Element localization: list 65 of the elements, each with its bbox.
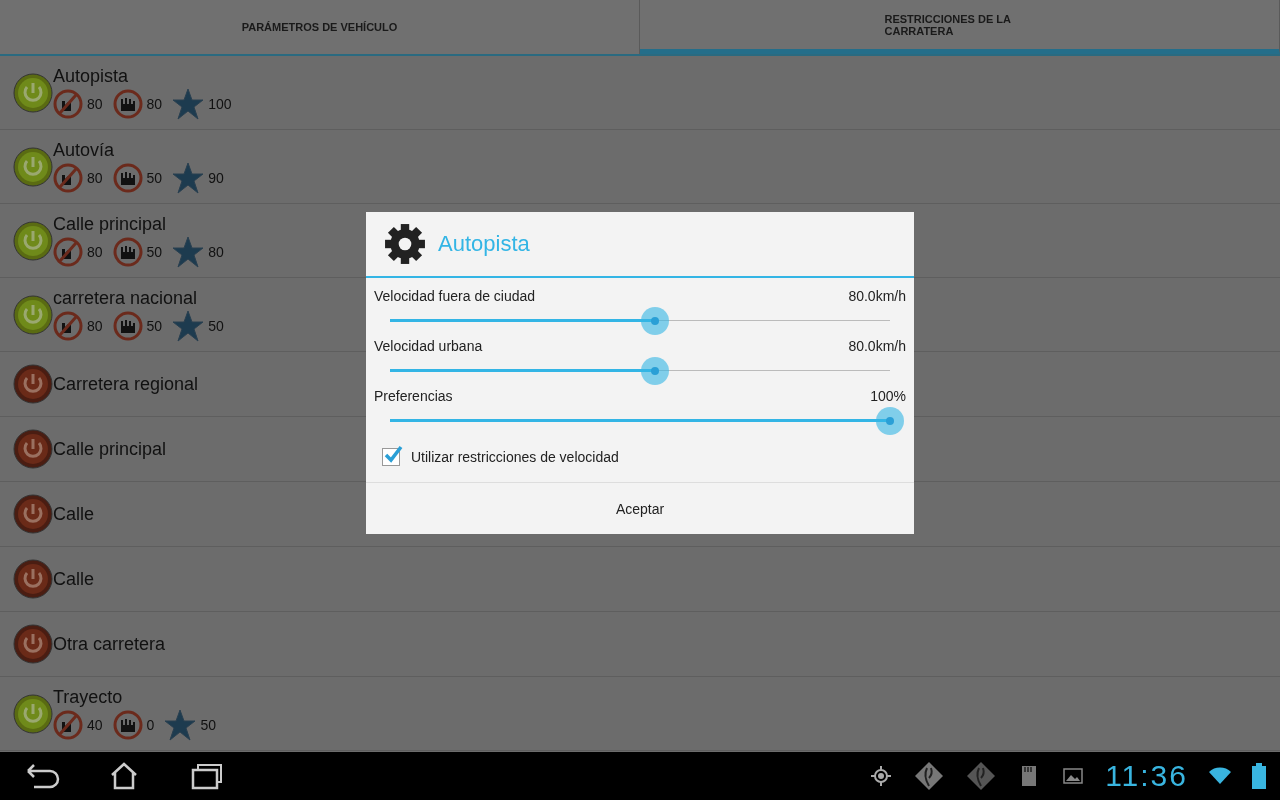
road-name: carretera nacional [53, 287, 199, 309]
road-sign-icon[interactable] [913, 760, 946, 792]
factory-icon [112, 310, 143, 341]
factory-icon [112, 236, 143, 267]
road-name: Autopista [53, 65, 130, 87]
factory-icon [112, 88, 143, 119]
star-icon [164, 708, 197, 741]
checkbox[interactable] [382, 448, 400, 466]
location-icon[interactable] [869, 764, 894, 788]
slider-reading: 100% [870, 388, 906, 404]
slider-label: Preferencias [374, 388, 453, 404]
factory-slash-icon [53, 310, 83, 341]
slider-label: Velocidad fuera de ciudad [374, 288, 536, 304]
factory-icon [112, 709, 143, 740]
settings-icon [384, 223, 426, 265]
outside-speed: 80 [87, 95, 103, 112]
road-row[interactable]: Autopista 80 80 100 [0, 56, 1280, 130]
outside-speed: 40 [87, 716, 103, 733]
factory-slash-icon [53, 162, 83, 193]
star-icon [172, 235, 205, 268]
preference-value: 80 [208, 243, 224, 260]
preference-value: 50 [200, 716, 216, 733]
road-name: Autovía [53, 139, 116, 161]
battery-icon[interactable] [1252, 763, 1266, 789]
road-name: Otra carretera [53, 633, 166, 655]
road-name: Calle principal [53, 438, 167, 460]
preference-value: 90 [208, 169, 224, 186]
road-name: Calle [53, 503, 95, 525]
factory-slash-icon [53, 236, 83, 267]
urban-speed: 50 [146, 317, 163, 334]
road-row[interactable]: Calle [0, 547, 1280, 612]
clock-time: 11:36 [1105, 759, 1188, 793]
urban-speed: 50 [146, 243, 163, 260]
outside-speed: 80 [87, 169, 103, 186]
slider-thumb[interactable] [641, 357, 669, 385]
slider-thumb[interactable] [641, 307, 669, 335]
outside-speed: 80 [87, 243, 103, 260]
tab[interactable]: RESTRICCIONES DE LA CARRATERA [640, 0, 1280, 54]
factory-slash-icon [53, 709, 83, 740]
outside-speed: 80 [87, 317, 103, 334]
slider-reading: 80.0km/h [848, 338, 906, 354]
road-name: Carretera regional [53, 373, 199, 395]
star-icon [172, 87, 205, 120]
preference-value: 50 [208, 317, 224, 334]
slider-reading: 80.0km/h [848, 288, 906, 304]
road-row[interactable]: Trayecto 40 0 50 [0, 677, 1280, 751]
factory-slash-icon [53, 88, 83, 119]
tab[interactable]: PARÁMETROS DE VEHÍCULO [0, 0, 640, 54]
checkbox-label: Utilizar restricciones de velocidad [411, 449, 619, 465]
slider-label: Velocidad urbana [374, 338, 483, 354]
urban-speed: 0 [146, 716, 155, 733]
dialog-title: Autopista [438, 231, 530, 257]
road-name: Calle [53, 568, 95, 590]
factory-icon [112, 162, 143, 193]
slider-thumb[interactable] [876, 407, 904, 435]
road-row[interactable]: Otra carretera [0, 612, 1280, 677]
road-sign-icon[interactable] [965, 760, 998, 792]
urban-speed: 80 [146, 95, 163, 112]
urban-speed: 50 [146, 169, 163, 186]
road-name: Trayecto [53, 686, 124, 708]
road-row[interactable]: Autovía 80 50 90 [0, 130, 1280, 204]
star-icon [172, 161, 205, 194]
preference-value: 100 [208, 95, 232, 112]
star-icon [172, 309, 205, 342]
road-name: Calle principal [53, 213, 168, 235]
